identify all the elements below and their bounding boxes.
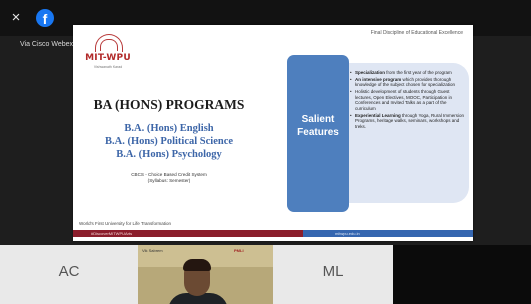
person-hair [183,259,211,271]
video-name-label: Vik Sabrem [142,248,163,253]
logo-subtitle: Vishwanath Karad [93,65,123,69]
participant-video-tile[interactable]: Vik Sabrem PMLI [138,245,273,304]
feature-item: Specialization from the first year of th… [350,70,466,76]
slide-title: BA (HONS) PROGRAMS [93,97,245,112]
footer-bar-accent [303,230,473,237]
participant-tile[interactable]: ML [273,245,393,304]
feature-item: An intensive program which provides thor… [350,77,466,88]
salient-features-card: Salient Features [287,55,349,212]
slide-tagline: Final Discipline of Educational Excellen… [370,30,463,36]
close-icon[interactable]: × [9,10,23,25]
via-webex-label: Via Cisco Webex [20,41,74,48]
program-item: B.A. (Hons) Political Science [104,136,234,147]
cbcs-note: CBCS - Choice Based Credit System (Sylla… [73,172,265,184]
footer-website: mitwpu.edu.in [335,231,360,236]
participant-tile[interactable]: AC [0,245,138,304]
shared-slide: Final Discipline of Educational Excellen… [73,25,473,241]
facebook-icon[interactable]: f [36,9,54,27]
salient-features-heading: Salient Features [297,114,339,138]
program-item: B.A. (Hons) Psychology [116,149,222,160]
logo-name: MIT-WPU [85,53,131,63]
participant-initials: ML [322,263,344,280]
footer-hashtag: #DiscoverMITWPUArts [91,231,133,236]
participant-initials: AC [58,263,80,280]
slide-footer-text: World's First University for Life Transf… [79,221,172,226]
participant-strip-filler [393,245,531,304]
feature-item: Experiential Learning through Yoga, Rura… [350,113,466,130]
program-item: B.A. (Hons) English [124,123,214,134]
cbcs-line: (Syllabus: Semester) [147,178,191,183]
university-logo: MIT-WPU Vishwanath Karad [81,34,135,74]
webex-screen: × f Final Discipline of Educational Exce… [0,0,531,304]
dome-icon [95,34,123,52]
video-sign: PMLI [234,248,244,253]
features-list: Specialization from the first year of th… [350,70,466,131]
feature-item: Holistic development of students through… [350,89,466,111]
participant-strip: AC Vik Sabrem PMLI ML [0,245,531,304]
